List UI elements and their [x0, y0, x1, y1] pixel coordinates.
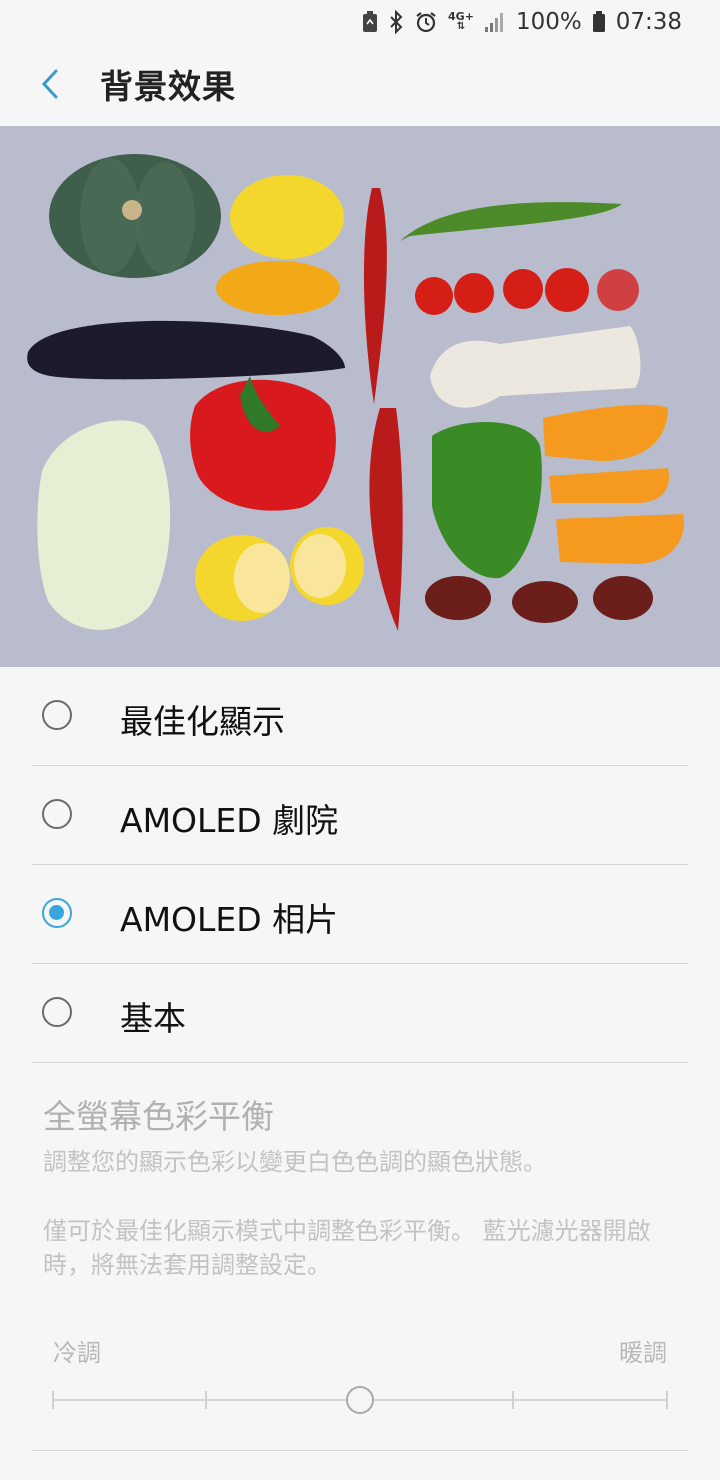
- slider-tick: [512, 1391, 514, 1409]
- cool-label: 冷調: [53, 1339, 101, 1367]
- signal-icon: [484, 11, 506, 33]
- network-type-icon: 4G+ ⇅: [448, 10, 474, 32]
- effect-options: 最佳化顯示 AMOLED 劇院 AMOLED 相片 基本: [0, 667, 720, 1063]
- alarm-icon: [414, 10, 438, 34]
- slider-tick: [666, 1391, 668, 1409]
- option-amoled-photo[interactable]: AMOLED 相片: [32, 865, 688, 964]
- option-basic[interactable]: 基本: [32, 964, 688, 1063]
- battery-saver-icon: [362, 11, 378, 33]
- radio-button-selected[interactable]: [42, 898, 72, 928]
- app-bar: 背景效果: [0, 44, 720, 127]
- status-bar: 4G+ ⇅ 100% 07:38: [0, 0, 720, 44]
- warm-label: 暖調: [619, 1339, 667, 1367]
- divider: [32, 1450, 688, 1451]
- bluetooth-icon: [388, 10, 404, 34]
- color-balance-section: 全螢幕色彩平衡 調整您的顯示色彩以變更白色色調的顯色狀態。 僅可於最佳化顯示模式…: [43, 1090, 683, 1282]
- preview-image: [0, 126, 720, 667]
- option-label: 基本: [120, 999, 186, 1038]
- slider-thumb[interactable]: [346, 1386, 374, 1414]
- back-button[interactable]: [30, 64, 70, 104]
- status-icons: 4G+ ⇅ 100% 07:38: [362, 6, 682, 38]
- radio-button[interactable]: [42, 700, 72, 730]
- battery-percent: 100%: [515, 9, 582, 35]
- chevron-left-icon: [41, 69, 58, 99]
- radio-button[interactable]: [42, 799, 72, 829]
- page-title: 背景效果: [100, 67, 236, 106]
- clock: 07:38: [615, 9, 682, 35]
- battery-icon: [592, 11, 606, 33]
- radio-button[interactable]: [42, 997, 72, 1027]
- slider-tick: [205, 1391, 207, 1409]
- color-balance-slider[interactable]: [52, 1385, 668, 1415]
- option-label: AMOLED 劇院: [120, 801, 339, 840]
- slider-tick: [52, 1391, 54, 1409]
- color-balance-note: 僅可於最佳化顯示模式中調整色彩平衡。 藍光濾光器開啟時，將無法套用調整設定。: [43, 1217, 651, 1279]
- color-balance-title: 全螢幕色彩平衡: [43, 1097, 274, 1136]
- option-optimized[interactable]: 最佳化顯示: [32, 667, 688, 766]
- option-amoled-cinema[interactable]: AMOLED 劇院: [32, 766, 688, 865]
- option-label: 最佳化顯示: [120, 702, 285, 741]
- color-balance-description: 調整您的顯示色彩以變更白色色調的顯色狀態。: [43, 1148, 547, 1176]
- option-label: AMOLED 相片: [120, 900, 339, 939]
